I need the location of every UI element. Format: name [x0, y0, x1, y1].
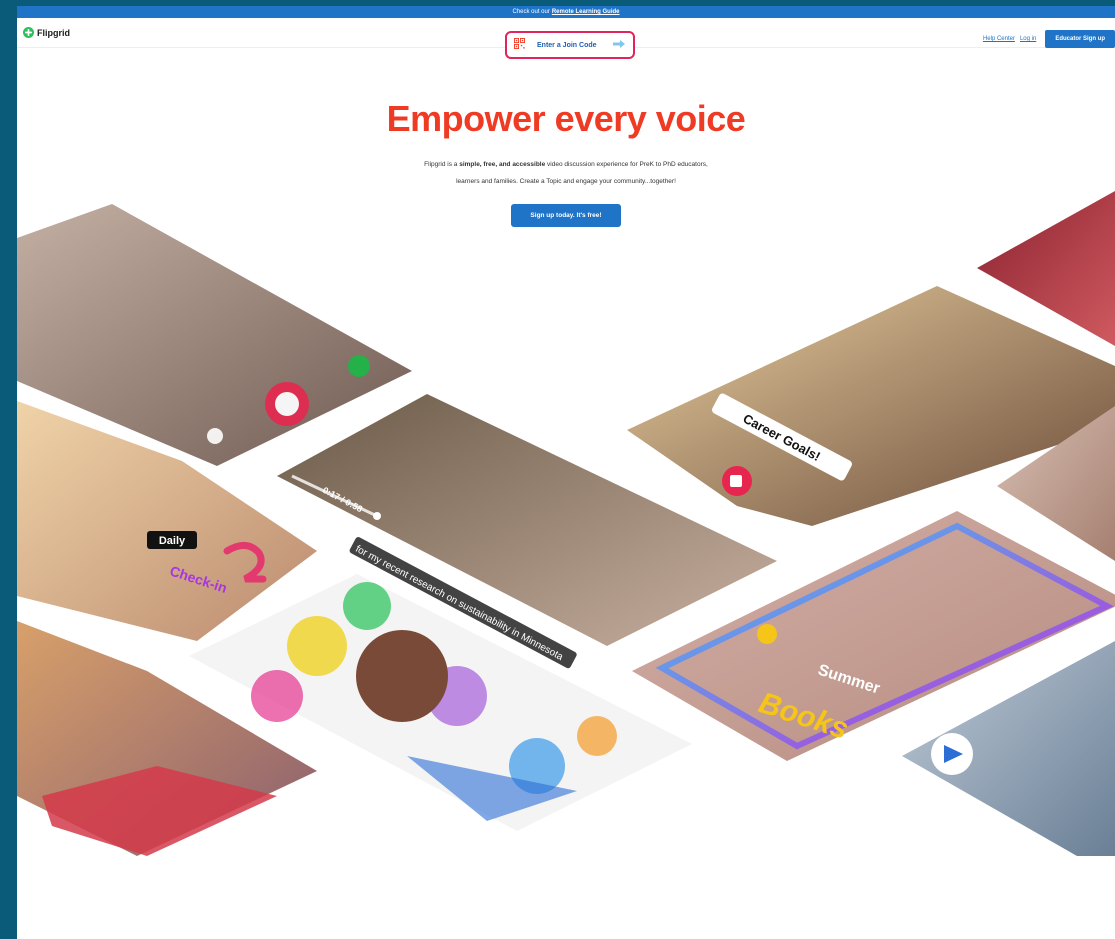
- page: Check out our Remote Learning Guide Flip…: [17, 6, 1115, 939]
- video-collage: Career Goals! Daily Check-in 0:17 / 0:58…: [17, 191, 1115, 856]
- daily-sticker: Daily: [159, 535, 186, 547]
